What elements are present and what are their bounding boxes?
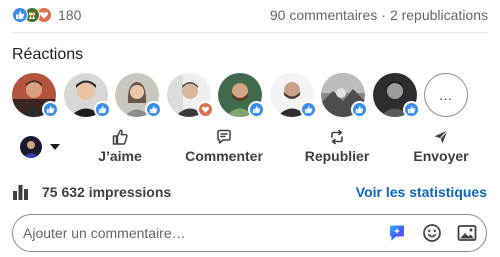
image-icon[interactable] (456, 222, 478, 244)
like-badge-icon (145, 101, 162, 118)
actor-selector[interactable] (20, 136, 60, 158)
bar-chart-icon (12, 184, 32, 200)
reactor-avatar[interactable] (63, 73, 111, 118)
like-badge-icon (351, 101, 368, 118)
send-label: Envoyer (413, 148, 469, 164)
engagement-counts: 90 commentaires · 2 republications (270, 7, 488, 23)
caret-down-icon (50, 144, 60, 150)
stats-divider (12, 32, 488, 33)
impressions-row[interactable]: 75 632 impressions (12, 182, 171, 202)
view-analytics-link[interactable]: Voir les statistiques (356, 184, 487, 200)
reposts-count-link[interactable]: 2 republications (390, 7, 488, 23)
reaction-summary[interactable]: 180 (12, 7, 81, 23)
stats-separator: · (381, 7, 386, 23)
impressions-count: 75 632 impressions (42, 184, 172, 200)
like-label: J’aime (98, 148, 142, 164)
repost-label: Republier (304, 148, 370, 164)
like-badge-icon (299, 101, 317, 118)
reactor-avatar[interactable] (269, 73, 317, 118)
send-button[interactable]: Envoyer (412, 128, 470, 168)
actor-avatar (20, 136, 42, 158)
comment-button[interactable]: Commenter (185, 128, 263, 168)
comment-input[interactable] (13, 215, 373, 251)
post-stats-bar: 180 90 commentaires · 2 republications (12, 4, 488, 26)
comment-composer (12, 214, 487, 252)
like-button[interactable]: J’aime (96, 128, 144, 168)
like-badge-icon (248, 101, 265, 118)
emoji-icon[interactable] (421, 222, 443, 244)
reaction-icon-stack (12, 7, 52, 23)
reactor-avatar[interactable] (218, 73, 265, 118)
comments-count-link[interactable]: 90 commentaires (270, 7, 377, 23)
more-reactors-label: … (424, 73, 468, 117)
reactor-avatar[interactable] (115, 73, 162, 118)
composer-icons (373, 222, 486, 244)
reactor-avatar[interactable] (12, 73, 59, 118)
thumbs-up-icon (111, 128, 129, 146)
reactor-avatar[interactable] (372, 73, 420, 118)
like-badge-icon (42, 101, 59, 118)
send-icon (432, 128, 450, 146)
post-social-panel: 180 90 commentaires · 2 republications R… (0, 0, 500, 257)
repost-button[interactable]: Republier (305, 128, 369, 168)
see-more-reactors-button[interactable]: … (424, 73, 468, 117)
repost-icon (328, 128, 346, 146)
like-badge-icon (93, 101, 111, 118)
reactor-avatar[interactable] (166, 73, 214, 118)
comment-icon (215, 128, 233, 146)
like-badge-icon (402, 101, 420, 118)
reaction-count: 180 (58, 7, 82, 23)
reactions-heading: Réactions (12, 46, 84, 63)
reactors-list: … (12, 72, 468, 118)
love-badge-icon (196, 101, 214, 118)
comment-label: Commenter (185, 148, 263, 164)
like-reaction-icon (12, 7, 28, 23)
ai-assist-icon[interactable] (386, 222, 408, 244)
reactor-avatar[interactable] (321, 73, 368, 118)
